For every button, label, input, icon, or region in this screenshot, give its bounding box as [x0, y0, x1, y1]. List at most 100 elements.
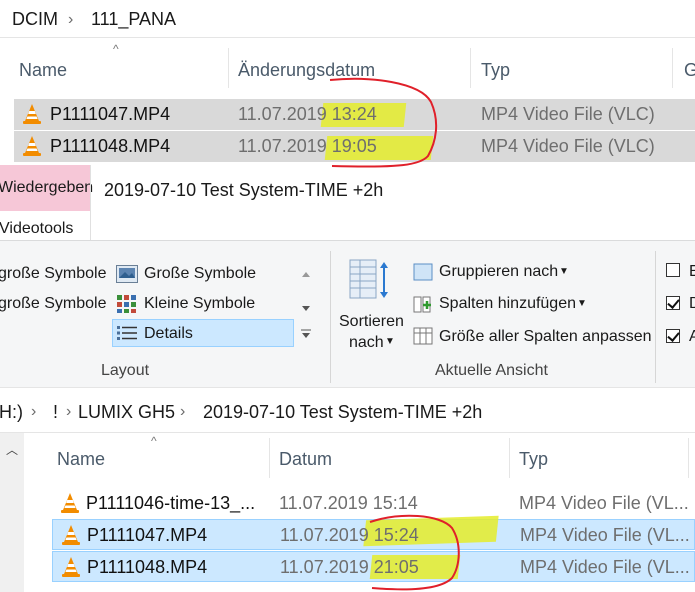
ribbon-tab-bar: Wiedergeben Videotools 2019-07-10 Test S… — [0, 165, 695, 240]
tab-label: Videotools — [0, 220, 74, 237]
show-hide-option[interactable]: D — [689, 295, 695, 313]
breadcrumb-drive[interactable]: H:) — [0, 402, 23, 423]
layout-details-selected[interactable] — [112, 319, 294, 347]
breadcrumb-folder[interactable]: ! — [53, 402, 58, 423]
vlc-cone-icon — [61, 493, 79, 513]
sort-by-icon[interactable] — [348, 258, 392, 302]
ribbon: Wiedergeben Videotools 2019-07-10 Test S… — [0, 165, 695, 387]
file-date: 11.07.2019 19:05 — [238, 136, 377, 156]
layout-large-icons[interactable]: Große Symbole — [144, 265, 256, 283]
group-label-layout: Layout — [101, 362, 150, 379]
breadcrumb-111-pana[interactable]: 111_PANA — [91, 9, 176, 30]
show-hide-option[interactable]: E — [689, 263, 695, 281]
group-label-current-view: Aktuelle Ansicht — [435, 362, 548, 379]
file-date: 11.07.2019 13:24 — [238, 104, 377, 124]
column-separator[interactable] — [269, 438, 270, 478]
file-type: MP4 Video File (VL... — [520, 525, 690, 545]
column-header-name[interactable]: Name — [57, 449, 105, 470]
chevron-right-icon: › — [180, 403, 186, 420]
column-separator[interactable] — [509, 438, 510, 478]
group-separator — [655, 251, 656, 383]
sort-by-button-label[interactable]: Sortieren — [339, 313, 404, 331]
file-row[interactable]: P1111048.MP4 11.07.2019 19:05 MP4 Video … — [14, 131, 695, 162]
divider — [0, 432, 695, 433]
checkbox-icon[interactable] — [666, 296, 680, 310]
column-separator[interactable] — [672, 48, 673, 88]
column-header-type[interactable]: Typ — [519, 449, 548, 470]
breadcrumb-lumix[interactable]: LUMIX GH5 — [78, 402, 175, 423]
chevron-right-icon: › — [68, 11, 74, 28]
file-date: 11.07.2019 15:24 — [280, 525, 419, 545]
ribbon-body: große Symbole große Symbole Große Symbol… — [0, 240, 695, 387]
chevron-right-icon: › — [31, 403, 37, 420]
vlc-cone-icon — [62, 557, 80, 577]
top-explorer-window: DCIM › 111_PANA ^ Name Änderungsdatum Ty… — [0, 0, 695, 165]
file-time: 13:24 — [331, 104, 377, 124]
small-icons-icon — [116, 294, 138, 314]
file-date: 11.07.2019 15:14 — [279, 493, 418, 513]
details-icon — [116, 324, 138, 342]
layout-medium-icons[interactable]: große Symbole — [0, 295, 107, 313]
file-time: 19:05 — [331, 136, 377, 156]
file-row[interactable]: P1111047.MP4 11.07.2019 13:24 MP4 Video … — [14, 99, 695, 130]
breadcrumb-dcim[interactable]: DCIM — [12, 9, 58, 30]
group-separator — [330, 251, 331, 383]
layout-extra-large-icons[interactable]: große Symbole — [0, 265, 107, 283]
vlc-cone-icon — [62, 525, 80, 545]
fit-columns-icon — [413, 327, 433, 345]
file-type: MP4 Video File (VLC) — [481, 104, 655, 124]
tab-wiedergeben[interactable]: Wiedergeben — [0, 165, 94, 211]
file-name: P1111046-time-13_... — [86, 493, 256, 513]
column-header-date[interactable]: Änderungsdatum — [238, 60, 375, 81]
breadcrumb-test-folder[interactable]: 2019-07-10 Test System-TIME +2h — [203, 402, 482, 423]
navigation-scrollbar[interactable]: ︿ — [0, 433, 24, 592]
file-time: 15:14 — [372, 493, 418, 513]
show-hide-option[interactable]: A — [689, 328, 695, 346]
tab-label: Wiedergeben — [0, 179, 94, 196]
file-time: 15:24 — [373, 525, 419, 545]
sort-up-icon: ^ — [113, 42, 119, 56]
column-header-size[interactable]: G — [684, 60, 695, 81]
vlc-cone-icon — [23, 104, 41, 124]
layout-small-icons[interactable]: Kleine Symbole — [144, 295, 255, 313]
column-header-name[interactable]: Name — [19, 60, 67, 81]
bottom-explorer-window: H:) › ! › LUMIX GH5 › 2019-07-10 Test Sy… — [0, 387, 695, 592]
group-by-icon — [413, 263, 433, 281]
checkbox-icon[interactable] — [666, 329, 680, 343]
fit-columns-button[interactable]: Größe aller Spalten anpassen — [439, 328, 652, 346]
vlc-cone-icon — [23, 136, 41, 156]
checkbox-icon[interactable] — [666, 263, 680, 277]
divider — [90, 165, 91, 240]
scroll-up-icon[interactable]: ︿ — [6, 441, 18, 458]
file-type: MP4 Video File (VL... — [519, 493, 689, 513]
add-columns-button[interactable]: Spalten hinzufügen — [439, 295, 576, 313]
column-separator[interactable] — [688, 438, 689, 478]
add-columns-icon — [413, 294, 433, 314]
file-type: MP4 Video File (VL... — [520, 557, 690, 577]
file-name: P1111048.MP4 — [50, 136, 171, 156]
group-by-button[interactable]: Gruppieren nach — [439, 263, 558, 281]
layout-gallery-scroll[interactable] — [298, 263, 314, 353]
window-title: 2019-07-10 Test System-TIME +2h — [104, 180, 384, 200]
divider — [0, 37, 695, 38]
column-header-type[interactable]: Typ — [481, 60, 510, 81]
layout-details[interactable]: Details — [144, 325, 193, 343]
dropdown-arrow-icon: ▼ — [559, 266, 569, 277]
sort-by-button-label[interactable]: nach — [349, 334, 384, 352]
column-separator[interactable] — [470, 48, 471, 88]
file-name: P1111047.MP4 — [50, 104, 171, 124]
sort-up-icon: ^ — [151, 434, 157, 448]
file-row[interactable]: P1111046-time-13_... 11.07.2019 15:14 MP… — [52, 488, 695, 519]
column-separator[interactable] — [228, 48, 229, 88]
large-icons-icon — [116, 265, 138, 283]
column-header-date[interactable]: Datum — [279, 449, 332, 470]
file-name: P1111047.MP4 — [87, 525, 208, 545]
file-date: 11.07.2019 21:05 — [280, 557, 419, 577]
file-row[interactable]: P1111047.MP4 11.07.2019 15:24 MP4 Video … — [52, 515, 695, 550]
file-type: MP4 Video File (VLC) — [481, 136, 655, 156]
dropdown-arrow-icon: ▼ — [577, 298, 587, 309]
file-name: P1111048.MP4 — [87, 557, 208, 577]
dropdown-arrow-icon: ▼ — [385, 336, 395, 347]
chevron-right-icon: › — [66, 403, 72, 420]
file-row[interactable]: P1111048.MP4 11.07.2019 21:05 MP4 Video … — [52, 551, 695, 582]
